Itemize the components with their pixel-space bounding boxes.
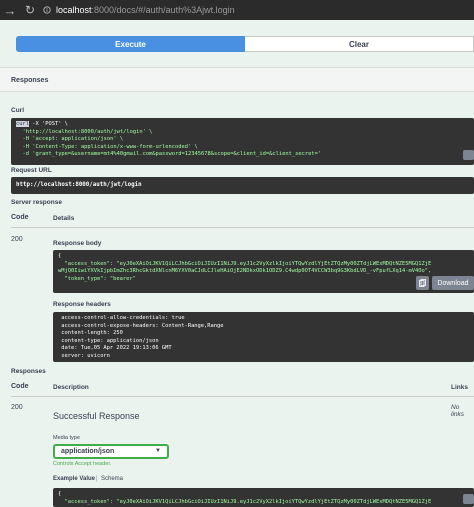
- download-button[interactable]: Download: [432, 276, 474, 290]
- info-icon[interactable]: [40, 0, 54, 20]
- example-line2: "access_token": "eyJ0eXAiOiJKV1QiLCJhbGc…: [58, 498, 432, 505]
- execute-button[interactable]: Execute: [16, 36, 245, 52]
- responses-code-header: Code: [11, 383, 29, 390]
- media-type-value: application/json: [61, 448, 115, 455]
- tab-example-value[interactable]: Example Value: [53, 476, 95, 482]
- header-line1: access-control-allow-credentials: true: [58, 315, 185, 321]
- responses-header: Responses: [0, 67, 474, 92]
- body-line4: "token_type": "bearer": [58, 275, 136, 282]
- body-line2: "access_token": "eyJ0eXAiOiJKV1QiLCJhbGc…: [58, 260, 432, 267]
- back-arrow-icon[interactable]: →: [0, 0, 20, 20]
- response-headers-label: Response headers: [53, 301, 111, 308]
- header-line3: content-length: 250: [58, 330, 123, 336]
- curl-keyword: curl: [16, 121, 29, 127]
- responses-section-label: Responses: [11, 368, 46, 375]
- body-line1: {: [58, 253, 62, 259]
- media-type-label: Media type: [53, 435, 80, 441]
- curl-label: Curl: [11, 107, 24, 114]
- request-url-value: http://localhost:8000/auth/jwt/login: [11, 177, 474, 194]
- response-body-block[interactable]: { "access_token": "eyJ0eXAiOiJKV1QiLCJhb…: [53, 250, 474, 293]
- body-line3: wMjQ0IiwiYXVkIjpbImZhc3RhcGktdXNlcnM6YXV…: [58, 268, 432, 274]
- copy-example-icon[interactable]: [463, 494, 474, 504]
- request-url-label: Request URL: [11, 167, 52, 174]
- response-body-label: Response body: [53, 240, 102, 247]
- copy-icon[interactable]: [463, 150, 474, 160]
- curl-line1: -X 'POST' \: [28, 121, 68, 127]
- table-divider: [11, 227, 474, 228]
- url-path: :8000/docs/#/auth/auth%3Ajwt.login: [91, 5, 235, 15]
- response-headers-block: access-control-allow-credentials: true a…: [53, 312, 474, 362]
- tab-schema[interactable]: Schema: [101, 476, 123, 482]
- tab-divider: |: [96, 476, 98, 482]
- details-column-header: Details: [53, 215, 75, 222]
- copy-body-icon[interactable]: [416, 276, 429, 290]
- curl-line5: -d 'grant_type=&username=mt4%40gmail.com…: [16, 151, 322, 157]
- header-line5: date: Tue,05 Apr 2022 19:13:06 GMT: [58, 345, 172, 351]
- example-value-block: { "access_token": "eyJ0eXAiOiJKV1QiLCJhb…: [53, 488, 474, 507]
- curl-line2: 'http://localhost:8000/auth/jwt/login' \: [16, 128, 153, 135]
- example-line1: {: [58, 491, 62, 497]
- server-response-label: Server response: [11, 199, 62, 206]
- accept-header-note: Controls Accept header.: [53, 461, 112, 467]
- responses-heading: Responses: [11, 77, 49, 84]
- response-description: Successful Response: [53, 411, 140, 421]
- no-links-text: No links: [451, 404, 465, 418]
- curl-command-block[interactable]: curl -X 'POST' \ 'http://localhost:8000/…: [11, 118, 474, 165]
- curl-line4: -H 'Content-Type: application/x-www-form…: [16, 143, 198, 150]
- browser-toolbar: → ↻ localhost:8000/docs/#/auth/auth%3Ajw…: [0, 0, 474, 20]
- header-line6: server: uvicorn: [58, 352, 110, 359]
- header-line4: content-type: application/json: [58, 337, 159, 344]
- chevron-down-icon: ▼: [155, 448, 161, 454]
- media-type-select[interactable]: application/json ▼: [53, 444, 169, 459]
- response-code: 200: [11, 236, 23, 243]
- curl-line3: -H 'accept: application/json' \: [16, 136, 124, 142]
- responses-code: 200: [11, 404, 23, 411]
- clear-button[interactable]: Clear: [245, 36, 474, 52]
- address-bar[interactable]: localhost:8000/docs/#/auth/auth%3Ajwt.lo…: [56, 5, 235, 15]
- execute-controls: Execute Clear: [16, 36, 474, 52]
- responses-description-header: Description: [53, 384, 89, 391]
- responses-divider: [11, 396, 474, 397]
- reload-icon[interactable]: ↻: [20, 0, 40, 20]
- code-column-header: Code: [11, 214, 29, 221]
- responses-links-header: Links: [451, 384, 468, 391]
- header-line2: access-control-expose-headers: Content-R…: [58, 322, 224, 329]
- url-host: localhost: [56, 5, 92, 15]
